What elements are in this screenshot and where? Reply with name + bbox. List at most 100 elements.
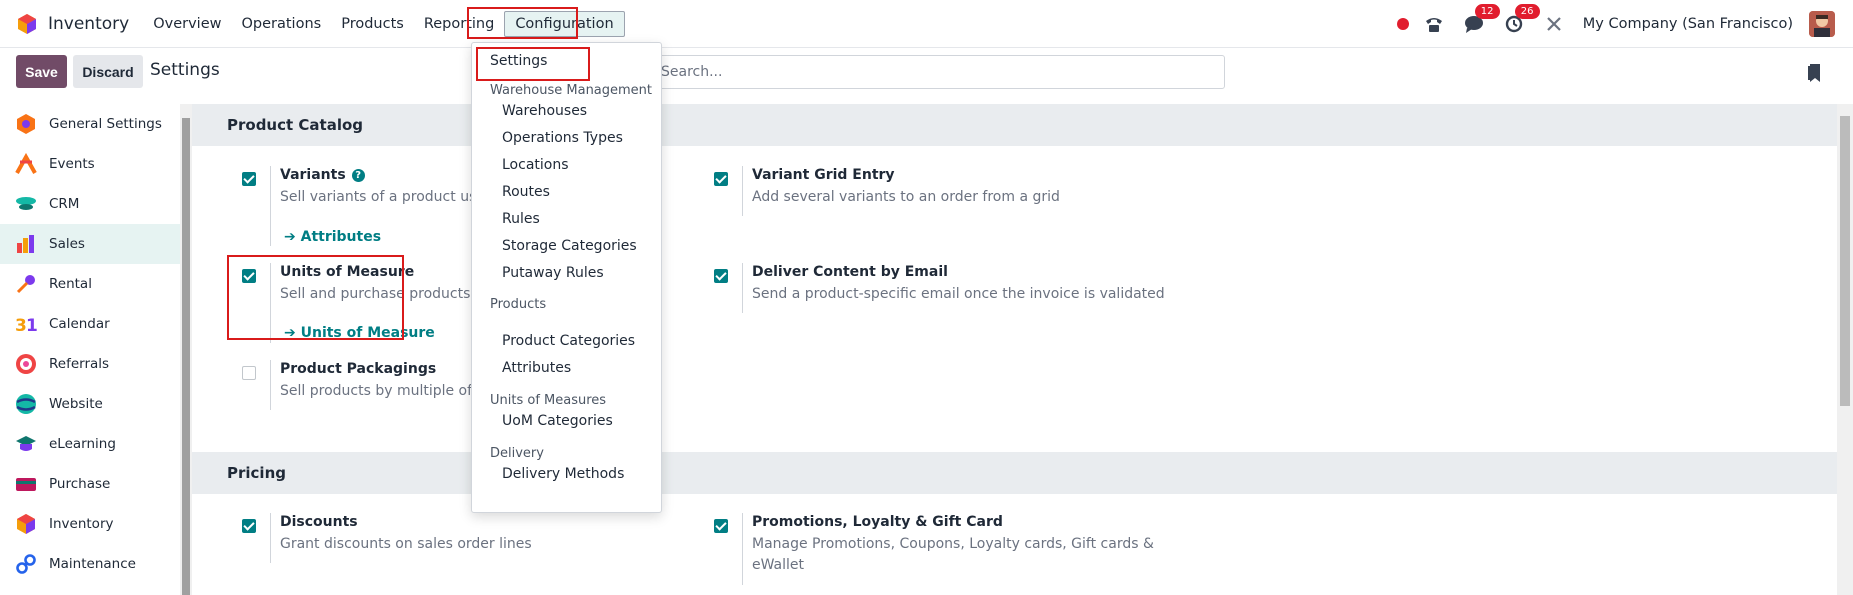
dropdown-item-warehouses[interactable]: Warehouses — [502, 103, 587, 119]
activities-icon[interactable]: 26 — [1503, 4, 1540, 35]
discounts-description: Grant discounts on sales order lines — [280, 536, 532, 552]
website-icon — [16, 394, 36, 414]
app-name: Inventory — [48, 13, 130, 34]
app-brand[interactable]: Inventory — [16, 13, 129, 35]
variants-description: Sell variants of a product using — [280, 189, 499, 205]
attributes-link[interactable]: ➔ Attributes — [284, 229, 381, 245]
dropdown-item-delivery-methods[interactable]: Delivery Methods — [502, 466, 624, 482]
units-of-measure-link[interactable]: ➔ Units of Measure — [284, 325, 435, 341]
settings-search-input[interactable]: Search... — [640, 55, 1225, 89]
variant-grid-checkbox[interactable] — [714, 172, 728, 186]
promotions-description: Manage Promotions, Coupons, Loyalty card… — [752, 536, 1154, 552]
debug-tools-icon[interactable] — [1543, 13, 1565, 35]
sidebar-item-referrals[interactable]: Referrals — [0, 344, 180, 384]
divider — [270, 513, 271, 563]
purchase-icon — [16, 478, 36, 491]
sales-icon — [17, 235, 34, 253]
content-scrollbar-thumb[interactable] — [1840, 116, 1850, 406]
sidebar-item-label: eLearning — [49, 436, 116, 452]
discounts-title: Discounts — [280, 514, 358, 530]
uom-title: Units of Measure — [280, 264, 415, 280]
discounts-checkbox[interactable] — [242, 519, 256, 533]
sidebar-item-label: Website — [49, 396, 103, 412]
divider — [270, 166, 271, 246]
sidebar-item-maintenance[interactable]: Maintenance — [0, 544, 180, 584]
deliver-email-checkbox[interactable] — [714, 269, 728, 283]
sidebar-item-inventory[interactable]: Inventory — [0, 504, 180, 544]
dropdown-item-rules[interactable]: Rules — [502, 211, 540, 227]
sidebar-item-purchase[interactable]: Purchase — [0, 464, 180, 504]
calendar-icon: 31 — [15, 316, 37, 335]
dropdown-item-locations[interactable]: Locations — [502, 157, 569, 173]
dropdown-item-routes[interactable]: Routes — [502, 184, 550, 200]
dropdown-header-uom: Units of Measures — [490, 393, 607, 408]
content-scrollbar[interactable] — [1837, 104, 1853, 595]
maintenance-icon — [16, 554, 36, 574]
crm-icon — [16, 197, 36, 210]
sidebar-scrollbar-thumb[interactable] — [182, 118, 190, 595]
uom-checkbox[interactable] — [242, 269, 256, 283]
recording-indicator-icon[interactable] — [1396, 18, 1409, 30]
save-button[interactable]: Save — [16, 55, 67, 88]
sidebar-item-label: Rental — [49, 276, 92, 292]
dropdown-item-storage-categories[interactable]: Storage Categories — [502, 238, 637, 254]
help-icon[interactable]: ? — [351, 169, 365, 182]
menu-operations[interactable]: Operations — [231, 0, 331, 47]
deliver-email-description: Send a product-specific email once the i… — [752, 286, 1165, 302]
phone-icon[interactable] — [1423, 13, 1445, 35]
control-panel: Save Discard Settings Search... — [0, 48, 1853, 104]
company-switcher[interactable]: My Company (San Francisco) — [1583, 16, 1793, 32]
packagings-checkbox[interactable] — [242, 366, 256, 380]
sidebar-item-rental[interactable]: Rental — [0, 264, 180, 304]
sidebar-item-crm[interactable]: CRM — [0, 184, 180, 224]
dropdown-item-attributes[interactable]: Attributes — [502, 360, 571, 376]
sidebar-scrollbar[interactable] — [180, 104, 192, 595]
messages-badge: 12 — [1474, 4, 1500, 19]
sidebar-item-sales[interactable]: Sales — [0, 224, 180, 264]
menu-overview[interactable]: Overview — [143, 0, 231, 47]
sidebar-item-events[interactable]: Events — [0, 144, 180, 184]
systray: 12 26 My Company (San Francisco) — [1396, 0, 1853, 48]
sidebar-item-label: Purchase — [49, 476, 111, 492]
settings-sidebar: General Settings Events CRM Sales Rental… — [0, 104, 180, 595]
section-product-catalog: Product Catalog — [192, 104, 1837, 146]
divider — [742, 263, 743, 313]
svg-text:1: 1 — [26, 316, 37, 335]
divider — [742, 513, 743, 585]
inventory-icon — [17, 514, 35, 534]
elearning-icon — [16, 436, 36, 451]
messages-icon[interactable]: 12 — [1463, 4, 1500, 35]
dropdown-header-products: Products — [490, 297, 547, 312]
sidebar-item-calendar[interactable]: 31 Calendar — [0, 304, 180, 344]
variants-checkbox[interactable] — [242, 172, 256, 186]
sidebar-item-label: Events — [49, 156, 95, 172]
discard-button[interactable]: Discard — [73, 55, 143, 88]
configuration-dropdown: Settings Warehouse Management Warehouses… — [471, 42, 662, 513]
sidebar-item-label: Maintenance — [49, 556, 136, 572]
variant-grid-title: Variant Grid Entry — [752, 167, 895, 183]
dropdown-item-putaway-rules[interactable]: Putaway Rules — [502, 265, 604, 281]
menu-products[interactable]: Products — [331, 0, 414, 47]
sidebar-item-label: Calendar — [49, 316, 110, 332]
promotions-checkbox[interactable] — [714, 519, 728, 533]
user-avatar[interactable] — [1809, 11, 1835, 37]
sidebar-item-general-settings[interactable]: General Settings — [0, 104, 180, 144]
variant-grid-description: Add several variants to an order from a … — [752, 189, 1060, 205]
dropdown-item-product-categories[interactable]: Product Categories — [502, 333, 635, 349]
bookmark-icon[interactable] — [1807, 63, 1823, 83]
divider — [742, 166, 743, 216]
deliver-email-title: Deliver Content by Email — [752, 264, 948, 280]
divider — [270, 263, 271, 343]
rental-icon — [16, 275, 35, 294]
menu-configuration[interactable]: Configuration — [504, 10, 625, 37]
sidebar-item-website[interactable]: Website — [0, 384, 180, 424]
dropdown-item-uom-categories[interactable]: UoM Categories — [502, 413, 613, 429]
dropdown-item-settings[interactable]: Settings — [490, 53, 547, 69]
page-title: Settings — [150, 60, 220, 80]
dropdown-header-warehouse: Warehouse Management — [490, 83, 653, 98]
activities-badge: 26 — [1514, 4, 1540, 19]
main-menu: Overview Operations Products Reporting C… — [143, 0, 625, 47]
dropdown-item-operations-types[interactable]: Operations Types — [502, 130, 623, 146]
sidebar-item-elearning[interactable]: eLearning — [0, 424, 180, 464]
menu-reporting[interactable]: Reporting — [414, 0, 505, 47]
